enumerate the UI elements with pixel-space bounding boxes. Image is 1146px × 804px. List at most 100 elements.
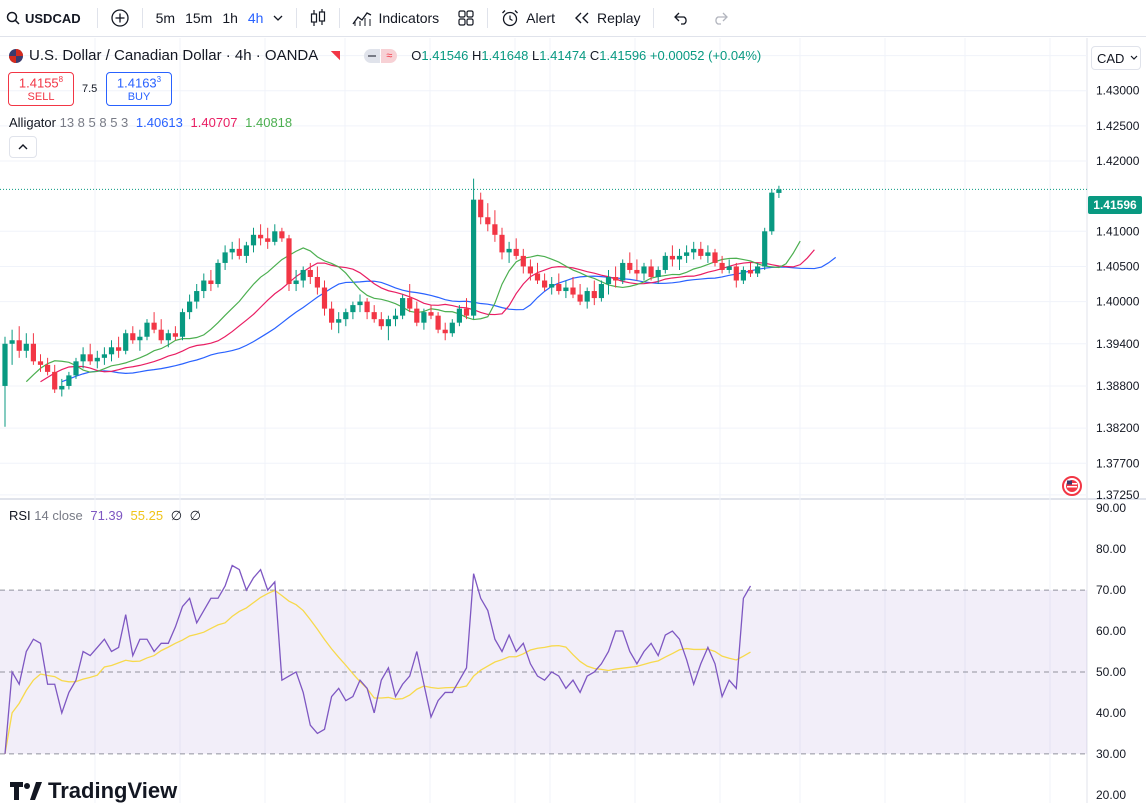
candle-body [208,280,214,285]
tradingview-logo[interactable]: TradingView [10,778,177,804]
candle-body [563,287,569,292]
candle-body [9,340,15,344]
candle-body [329,308,335,323]
candle-body [23,343,29,351]
candle-body [30,343,36,362]
candle-body [627,262,633,270]
flag-icon [8,48,24,64]
candle-body [762,231,768,267]
candle-body [364,301,370,313]
candle-body [194,291,200,302]
sell-button[interactable]: 1.41558 SELL [8,72,74,106]
spread-value: 7.5 [82,83,98,95]
candle-body [201,280,207,292]
candle-body [527,266,533,274]
buy-button[interactable]: 1.41633 BUY [106,72,172,106]
candle-body [59,385,65,390]
candle-body [719,262,725,270]
candle-body [648,266,654,277]
market-closed-icon [330,50,341,61]
candle-body [37,361,44,365]
candle-body [400,298,406,316]
candle-body [80,354,86,362]
candle-body [336,319,342,323]
price-axis-label: 1.40500 [1096,259,1140,273]
change-value: +0.00052 (+0.04%) [649,48,762,63]
rsi-axis-label: 90.00 [1096,501,1126,515]
candle-body [222,252,228,263]
candle-body [435,315,441,330]
candle-body [272,231,278,242]
candle-body [250,234,257,246]
candle-body [108,347,115,355]
candle-body [158,329,164,341]
candle-body [45,364,51,372]
candle-body [300,269,306,281]
alligator-lips-line [25,240,801,383]
candle-body [378,319,384,327]
brand-name: TradingView [48,778,178,803]
open-label: O [411,48,422,63]
candle-body [499,234,505,253]
buy-label: BUY [127,90,151,103]
price-axis-label: 1.37250 [1096,488,1140,502]
collapse-legend-button[interactable] [9,136,37,158]
candle-body [712,252,718,263]
chevron-up-icon [18,138,28,156]
candle-body [449,322,455,334]
candle-body [265,238,271,242]
currency-button[interactable]: CAD [1091,46,1141,70]
candle-body [258,234,264,239]
candle-body [769,192,775,232]
candle-body [662,255,668,270]
candle-body [144,322,150,337]
candle-body [641,266,647,274]
sell-label: SELL [27,90,55,103]
price-axis-label: 1.42500 [1096,119,1140,133]
candle-body [684,252,690,256]
candle-body [698,248,704,256]
alligator-lips-value: 1.40818 [245,115,293,130]
close-label: C [589,48,600,63]
candle-body [179,312,186,337]
candle-body [492,224,498,235]
alligator-teeth-line [40,249,815,383]
price-axis-label: 1.37700 [1096,456,1140,470]
candle-body [620,262,626,281]
candle-body [598,284,604,299]
sell-price-main: 1.4155 [18,75,59,91]
candle-body [705,252,711,256]
candle-body [655,269,661,277]
chart-header: U.S. Dollar / Canadian Dollar · 4h · OAN… [8,47,761,64]
candle-body [66,375,72,386]
candle-body [570,287,576,295]
candle-body [392,315,399,320]
candle-body [478,199,484,218]
chart-title[interactable]: U.S. Dollar / Canadian Dollar · 4h · OAN… [29,47,318,64]
candle-body [350,305,356,313]
us-flag-icon[interactable] [1059,476,1085,496]
candle-body [343,312,349,320]
alligator-legend[interactable]: Alligator 13 8 5 8 5 3 1.40613 1.40707 1… [9,115,292,130]
ohlc-values: O1.41546 H1.41648 L1.41474 C1.41596 +0.0… [411,48,761,63]
candle-body [747,269,754,274]
candle-body [371,312,377,320]
candle-body [137,336,143,341]
rsi-extra-2: ∅ [189,508,201,523]
candle-body [740,269,746,281]
tv-logo-icon [10,782,42,800]
candle-body [314,276,320,288]
price-axis-label: 1.38800 [1096,379,1140,393]
high-label: H [472,48,482,63]
candle-body [485,217,491,225]
candle-body [229,248,235,253]
candle-body [421,312,427,323]
candle-body [52,371,58,390]
candle-body [414,308,420,323]
rsi-legend[interactable]: RSI 14 close 71.39 55.25 ∅ ∅ [9,508,201,524]
rsi-axis-label: 70.00 [1096,583,1126,597]
candle-body [16,340,22,351]
candle-body [634,269,640,274]
visibility-toggle[interactable]: ≈ [364,48,398,63]
open-value: 1.41546 [421,48,469,63]
